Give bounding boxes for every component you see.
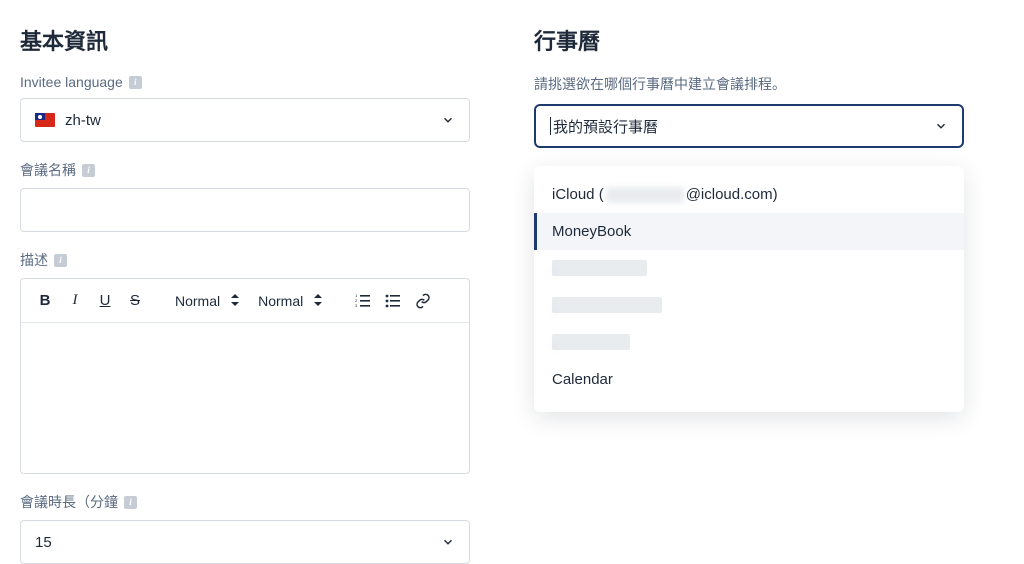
redacted-text xyxy=(606,187,684,203)
chevron-down-icon xyxy=(441,535,455,549)
text-cursor xyxy=(550,117,551,135)
sort-icon xyxy=(230,293,240,309)
bold-button[interactable]: B xyxy=(31,287,59,315)
duration-select[interactable]: 15 xyxy=(20,520,470,564)
calendar-selected-value: 我的預設行事曆 xyxy=(553,116,658,137)
svg-text:3: 3 xyxy=(355,303,358,308)
heading-select[interactable]: Normal xyxy=(167,287,248,315)
underline-button[interactable]: U xyxy=(91,287,119,315)
calendar-option[interactable]: . xyxy=(534,324,964,361)
info-icon[interactable] xyxy=(54,254,67,267)
meeting-name-input[interactable] xyxy=(20,188,470,232)
info-icon[interactable] xyxy=(129,76,142,89)
description-label: 描述 xyxy=(20,250,48,270)
calendar-option[interactable]: Calendar xyxy=(534,361,964,398)
meeting-name-field: 會議名稱 xyxy=(20,160,470,232)
invitee-language-label: Invitee language xyxy=(20,74,123,90)
info-icon[interactable] xyxy=(124,496,137,509)
chevron-down-icon xyxy=(441,113,455,127)
calendar-title: 行事曆 xyxy=(534,24,964,56)
duration-label: 會議時長（分鐘 xyxy=(20,492,118,512)
calendar-group-header: iCloud (@icloud.com) xyxy=(534,178,964,213)
strike-button[interactable]: S xyxy=(121,287,149,315)
chevron-down-icon xyxy=(934,119,948,133)
duration-field: 會議時長（分鐘 15 xyxy=(20,492,470,564)
invitee-language-field: Invitee language zh-tw xyxy=(20,74,470,142)
basic-info-title: 基本資訊 xyxy=(20,24,470,56)
editor-body[interactable] xyxy=(21,323,469,473)
calendar-option[interactable]: . xyxy=(534,287,964,324)
paragraph-select[interactable]: Normal xyxy=(250,287,331,315)
description-field: 描述 B I U S Normal Normal xyxy=(20,250,470,474)
unordered-list-button[interactable] xyxy=(379,287,407,315)
calendar-option[interactable]: MoneyBook xyxy=(534,213,964,250)
calendar-option[interactable]: . xyxy=(534,250,964,287)
ordered-list-button[interactable]: 123 xyxy=(349,287,377,315)
calendar-dropdown: iCloud (@icloud.com) MoneyBook . . . Cal… xyxy=(534,166,964,412)
meeting-name-label: 會議名稱 xyxy=(20,160,76,180)
sort-icon xyxy=(313,293,323,309)
calendar-select[interactable]: 我的預設行事曆 xyxy=(534,104,964,148)
invitee-language-select[interactable]: zh-tw xyxy=(20,98,470,142)
duration-value: 15 xyxy=(35,534,52,551)
description-editor: B I U S Normal Normal 123 xyxy=(20,278,470,474)
info-icon[interactable] xyxy=(82,164,95,177)
language-value: zh-tw xyxy=(65,112,101,129)
italic-button[interactable]: I xyxy=(61,287,89,315)
calendar-helper: 請挑選欲在哪個行事曆中建立會議排程。 xyxy=(534,74,964,94)
flag-icon xyxy=(35,113,55,127)
editor-toolbar: B I U S Normal Normal 123 xyxy=(21,279,469,323)
link-button[interactable] xyxy=(409,287,437,315)
